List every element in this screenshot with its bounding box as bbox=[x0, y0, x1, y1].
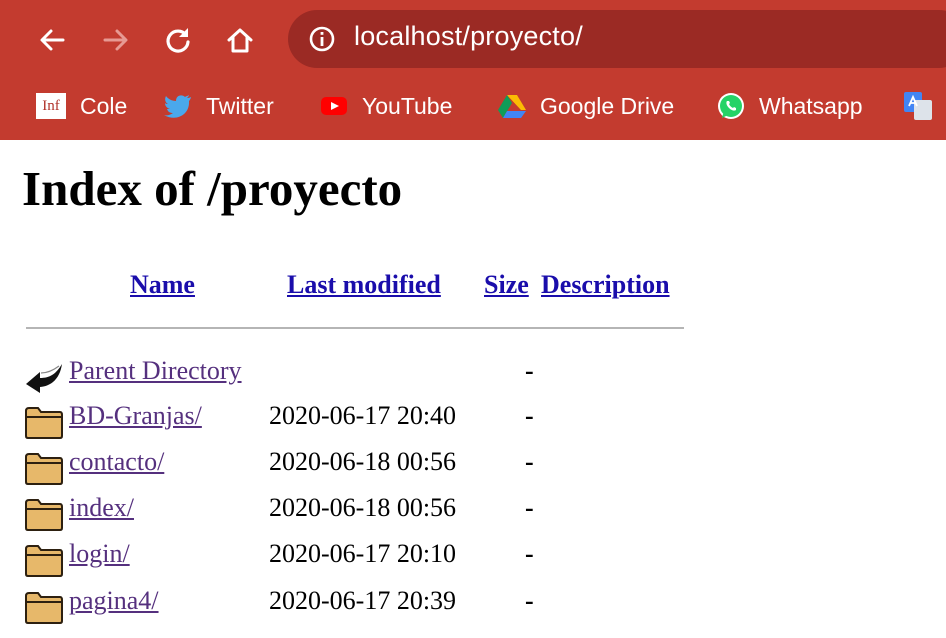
directory-link[interactable]: index/ bbox=[69, 493, 134, 523]
file-size: - bbox=[525, 586, 534, 615]
folder-icon bbox=[25, 545, 63, 577]
header-divider bbox=[26, 327, 684, 329]
modified-date: 2020-06-17 20:10 bbox=[269, 539, 457, 568]
table-row: index/ 2020-06-18 00:56 - bbox=[0, 489, 946, 535]
table-row: pagina4/ 2020-06-17 20:39 - bbox=[0, 582, 946, 628]
back-arrow-icon bbox=[40, 29, 65, 51]
directory-link[interactable]: pagina4/ bbox=[69, 586, 159, 616]
modified-date: 2020-06-18 00:56 bbox=[269, 493, 457, 522]
file-size: - bbox=[525, 493, 534, 522]
bookmark-google-drive[interactable]: Google Drive bbox=[498, 80, 674, 132]
back-button[interactable] bbox=[32, 20, 72, 60]
back-arrow-icon bbox=[26, 364, 62, 393]
table-row: BD-Granjas/ 2020-06-17 20:40 - bbox=[0, 397, 946, 443]
table-row: login/ 2020-06-17 20:10 - bbox=[0, 535, 946, 581]
column-header-name[interactable]: Name bbox=[130, 270, 195, 300]
column-header-description[interactable]: Description bbox=[541, 270, 670, 300]
bookmark-twitter[interactable]: Twitter bbox=[164, 80, 274, 132]
bookmark-label: Whatsapp bbox=[759, 92, 863, 119]
bookmarks-bar: Inf Cole Twitter YouTube Google Drive Wh… bbox=[0, 80, 946, 132]
bookmark-label: YouTube bbox=[362, 92, 453, 119]
folder-icon bbox=[25, 592, 63, 624]
home-button[interactable] bbox=[220, 20, 260, 60]
home-icon bbox=[227, 28, 253, 53]
table-row: contacto/ 2020-06-18 00:56 - bbox=[0, 443, 946, 489]
twitter-bird-icon bbox=[164, 92, 192, 120]
modified-date: 2020-06-18 00:56 bbox=[269, 447, 457, 476]
reload-icon bbox=[166, 28, 190, 53]
file-size: - bbox=[525, 539, 534, 568]
bookmark-google-translate[interactable] bbox=[904, 80, 946, 132]
google-drive-icon bbox=[498, 92, 526, 120]
file-size: - bbox=[525, 356, 534, 385]
url-text[interactable]: localhost/proyecto/ bbox=[354, 21, 583, 52]
folder-icon bbox=[25, 499, 63, 531]
directory-link[interactable]: login/ bbox=[69, 539, 130, 569]
browser-chrome: localhost/proyecto/ Inf Cole Twitter You… bbox=[0, 0, 946, 140]
browser-toolbar: localhost/proyecto/ bbox=[0, 0, 946, 80]
forward-button[interactable] bbox=[96, 20, 136, 60]
bookmark-label: Cole bbox=[80, 92, 128, 119]
directory-link[interactable]: BD-Granjas/ bbox=[69, 401, 202, 431]
bookmark-whatsapp[interactable]: Whatsapp bbox=[717, 80, 863, 132]
column-header-last-modified[interactable]: Last modified bbox=[287, 270, 441, 300]
bookmark-cole[interactable]: Inf Cole bbox=[36, 80, 127, 132]
modified-date: 2020-06-17 20:40 bbox=[269, 401, 457, 430]
youtube-play-icon bbox=[320, 92, 348, 120]
file-size: - bbox=[525, 447, 534, 476]
modified-date: 2020-06-17 20:39 bbox=[269, 586, 457, 615]
parent-directory-link[interactable]: Parent Directory bbox=[69, 356, 242, 386]
folder-icon bbox=[25, 453, 63, 485]
column-header-size[interactable]: Size bbox=[484, 270, 529, 300]
reload-button[interactable] bbox=[158, 20, 198, 60]
folder-icon bbox=[25, 407, 63, 439]
inf-logo-text: Inf bbox=[42, 97, 60, 114]
bookmark-youtube[interactable]: YouTube bbox=[320, 80, 452, 132]
file-size: - bbox=[525, 401, 534, 430]
google-translate-icon bbox=[904, 92, 934, 120]
directory-link[interactable]: contacto/ bbox=[69, 447, 164, 477]
inf-logo-icon: Inf bbox=[36, 93, 66, 119]
forward-arrow-icon bbox=[103, 29, 128, 51]
address-bar[interactable]: localhost/proyecto/ bbox=[288, 10, 946, 68]
bookmark-label: Twitter bbox=[206, 92, 274, 119]
table-row: Parent Directory - bbox=[0, 352, 946, 398]
bookmark-label: Google Drive bbox=[540, 92, 675, 119]
info-icon[interactable] bbox=[308, 25, 336, 53]
whatsapp-icon bbox=[717, 92, 745, 120]
page-title: Index of /proyecto bbox=[22, 161, 403, 216]
